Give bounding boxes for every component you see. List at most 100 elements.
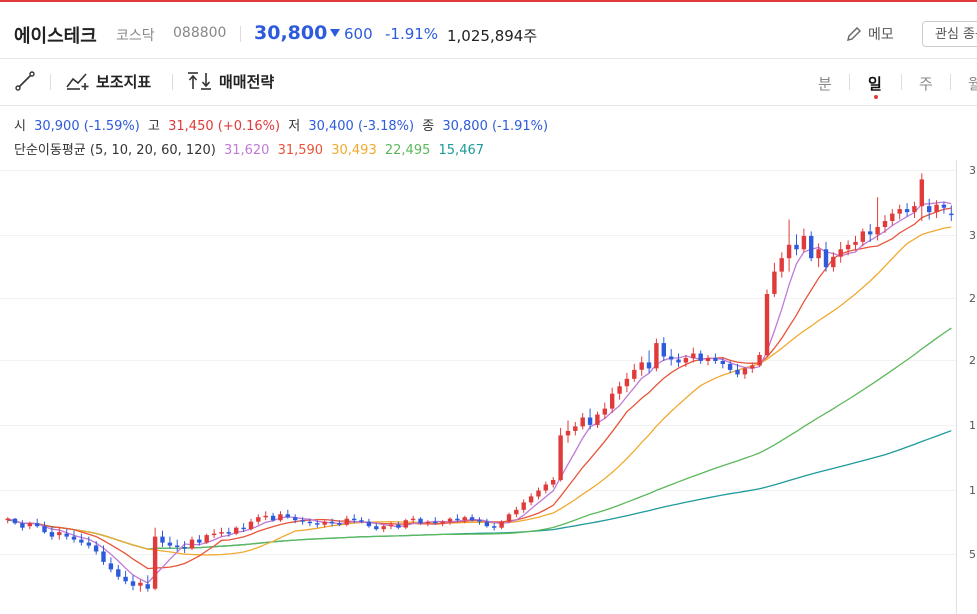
candle [661, 337, 666, 361]
candle [35, 518, 40, 528]
candle-body [101, 551, 106, 562]
high-value: 31,450 (+0.16%) [168, 119, 281, 134]
candlestick-chart[interactable]: 3 3 2 2 1 1 5 [0, 160, 977, 614]
candle-body [300, 520, 305, 522]
candle-body [573, 426, 578, 431]
candle [875, 197, 880, 241]
candle-body [764, 294, 770, 355]
candle-body [646, 362, 652, 369]
candle-body [683, 358, 689, 363]
candle [750, 362, 755, 373]
close-value: 30,800 (-1.91%) [442, 119, 549, 134]
trade-strategy-button[interactable]: 매매전략 [187, 71, 274, 92]
candle-body [20, 523, 25, 528]
candle-body [79, 539, 84, 543]
price-change: 600 [330, 25, 373, 43]
line-draw-icon [15, 71, 35, 91]
candle [919, 173, 924, 221]
candle-body [772, 271, 777, 294]
candle-body [234, 527, 239, 534]
chart-toolbar: 보조지표 매매전략 분 일 주 월 [0, 59, 977, 106]
period-week-tab[interactable]: 주 [919, 73, 933, 94]
candle-body [624, 378, 630, 387]
candle-body [35, 523, 40, 527]
candle [130, 575, 136, 591]
candle-body [823, 249, 829, 268]
candle [654, 338, 659, 372]
ma120-value: 15,467 [438, 143, 485, 158]
ma60-line [7, 327, 952, 550]
candle [610, 387, 615, 413]
candle [248, 518, 254, 531]
candle [42, 521, 47, 534]
candle-body [86, 542, 91, 546]
candle [145, 575, 150, 592]
candle-body [64, 533, 69, 537]
candle-body [705, 358, 711, 361]
candle [617, 381, 622, 400]
candle [138, 579, 143, 592]
indicator-icon [66, 73, 89, 90]
candle-body [116, 569, 121, 577]
candle-body [57, 532, 62, 536]
active-period-dot [874, 95, 878, 99]
candle-body [175, 545, 180, 547]
candle-body [831, 256, 836, 268]
candle-body [167, 542, 173, 546]
candle-body [912, 206, 917, 213]
candle-body [447, 518, 453, 522]
draw-tool-button[interactable] [14, 70, 36, 96]
candle [794, 234, 799, 256]
candle [912, 201, 917, 219]
candle-body [366, 521, 372, 527]
period-month-tab[interactable]: 월 [968, 73, 977, 94]
low-label: 저 [288, 119, 301, 134]
candle [93, 541, 99, 555]
period-day-tab[interactable]: 일 [868, 73, 882, 94]
ma5-value: 31,620 [223, 143, 270, 158]
candle [506, 512, 512, 524]
candle [573, 422, 578, 436]
candle-body [521, 502, 526, 510]
candle-body [374, 526, 379, 530]
candle [764, 289, 770, 357]
candle-body [492, 526, 497, 528]
candle-body [204, 535, 209, 543]
memo-button[interactable]: 메모 [846, 24, 894, 44]
ma60-value: 22,495 [384, 143, 431, 158]
candle-body [71, 536, 77, 540]
ma10-value: 31,590 [277, 143, 324, 158]
candle-body [455, 518, 460, 521]
candle-body [617, 386, 622, 394]
candle [211, 529, 217, 539]
candle-body [890, 213, 895, 221]
candle [927, 198, 932, 220]
close-label: 종 [422, 119, 435, 134]
candle-body [654, 343, 659, 369]
candle [263, 511, 268, 521]
favorite-button[interactable]: 관심 종목 [922, 21, 977, 47]
candle [381, 524, 386, 533]
indicator-button[interactable]: 보조지표 [66, 71, 151, 92]
memo-label: 메모 [868, 27, 894, 43]
candle-body [551, 480, 556, 485]
candle-body [860, 231, 865, 242]
candle [152, 527, 158, 591]
candle-body [484, 521, 490, 527]
candle-body [580, 417, 585, 427]
candle-body [293, 517, 298, 521]
candle-body [506, 514, 512, 522]
y-tick-label: 3 [969, 164, 976, 177]
candle-body [779, 258, 784, 272]
ma5-line [7, 201, 952, 584]
candle [779, 252, 784, 278]
candle [278, 511, 283, 522]
period-minute-tab[interactable]: 분 [818, 73, 832, 94]
candle-body [610, 393, 615, 409]
candle [204, 533, 209, 544]
candle-body [845, 244, 851, 250]
candle-body [344, 518, 349, 525]
candle-body [934, 204, 939, 213]
candle [772, 262, 777, 297]
candle-body [5, 518, 10, 521]
